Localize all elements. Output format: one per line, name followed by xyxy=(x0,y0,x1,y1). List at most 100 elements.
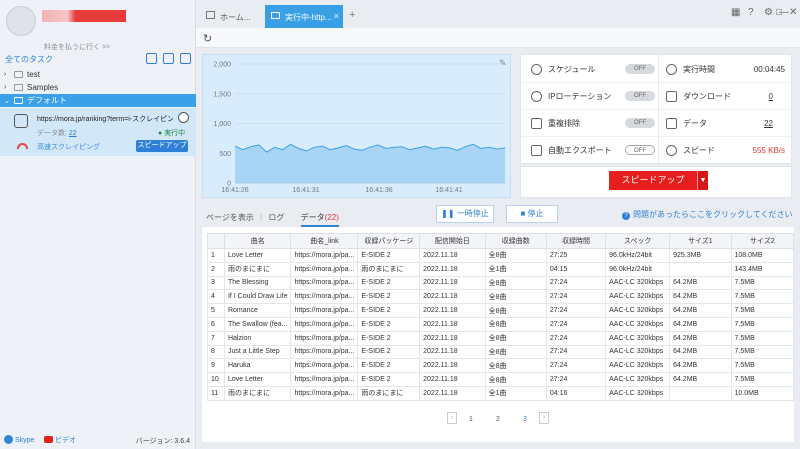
table-row[interactable]: 5 Romance https://mora.jp/pa... E-SIDE 2 202… xyxy=(207,303,795,318)
speedup-button[interactable]: スピードアップ xyxy=(609,171,697,190)
table-row[interactable]: 4 If I Could Draw Life https://mora.jp/pa.… xyxy=(207,289,795,305)
table-cell: 2022.11.18 xyxy=(419,372,486,387)
table-row[interactable]: 10 Love Letter https://mora.jp/pa... E-SIDE… xyxy=(207,372,795,387)
speed-value: 555 KB/s xyxy=(752,146,785,155)
tab-data-count: (22) xyxy=(324,213,339,222)
help-link[interactable]: ? 問題があったらここをクリックしてください xyxy=(622,209,793,220)
speedup-dropdown-icon[interactable]: ▼ xyxy=(697,171,708,190)
edit-icon[interactable]: ✎ xyxy=(499,58,507,68)
task-speedup-button[interactable]: スピードアップ xyxy=(136,140,188,152)
avatar[interactable] xyxy=(6,6,36,36)
tab-page-view[interactable]: ページを表示 xyxy=(206,213,254,222)
refresh-icon[interactable]: ↻ xyxy=(203,32,212,45)
column-header[interactable]: 収録曲数 xyxy=(484,233,547,249)
table-cell: 64.2MB xyxy=(669,275,732,291)
skype-icon xyxy=(4,435,13,444)
table-row[interactable]: 9 Haruka https://mora.jp/pa... E-SIDE 2 2022… xyxy=(207,358,795,374)
video-link[interactable]: ビデオ xyxy=(44,435,76,445)
table-cell: https://mora.jp/pa... xyxy=(290,275,359,291)
x-tick-label: 16:41:41 xyxy=(435,187,462,194)
table-cell: The Blessing xyxy=(223,275,292,291)
tab-data[interactable]: データ(22) xyxy=(300,213,339,227)
table-row[interactable]: 11 雨のまにまに https://mora.jp/pa... 雨のまにまに 2022.… xyxy=(207,385,795,401)
prev-page-icon[interactable]: ‹ xyxy=(447,412,457,424)
tab-log[interactable]: ログ xyxy=(268,213,284,222)
tree-item-test[interactable]: › test xyxy=(0,68,196,81)
help-icon[interactable]: ? xyxy=(748,7,754,18)
data-count-value[interactable]: 22 xyxy=(69,130,77,137)
pay-link[interactable]: 料金を払うに行く >> xyxy=(44,42,110,52)
page-1[interactable]: 1 xyxy=(469,416,473,423)
close-tab-icon[interactable]: × xyxy=(334,11,339,21)
column-header[interactable]: 収録時間 xyxy=(545,233,607,249)
next-page-icon[interactable]: › xyxy=(539,412,549,424)
stop-button[interactable]: ■ 停止 xyxy=(506,205,558,223)
pause-button[interactable]: ❚❚ 一時停止 xyxy=(436,205,494,223)
import-icon[interactable] xyxy=(146,53,157,64)
table-row[interactable]: 2 雨のまにまに https://mora.jp/pa... 雨のまにまに 2022.1… xyxy=(207,261,795,277)
ip-toggle[interactable]: OFF xyxy=(625,91,655,101)
table-cell: 全8曲 xyxy=(484,316,547,332)
table-row[interactable]: 7 Halzion https://mora.jp/pa... E-SIDE 2 202… xyxy=(207,330,795,346)
chevron-right-icon[interactable]: › xyxy=(4,84,12,91)
close-window-icon[interactable]: ✕ xyxy=(789,7,797,18)
column-header[interactable]: 曲名_link xyxy=(290,233,359,249)
column-header[interactable]: サイズ2 xyxy=(730,233,795,249)
tab-running[interactable]: 実行中-http... × xyxy=(265,5,343,28)
table-row[interactable]: 6 The Swallow (fea... https://mora.jp/pa..… xyxy=(207,316,795,332)
table-row[interactable]: 8 Just a Little Step https://mora.jp/pa...… xyxy=(207,344,795,360)
tree-item-samples[interactable]: › Samples xyxy=(0,81,196,94)
column-header[interactable] xyxy=(207,233,225,249)
pause-icon: ❚❚ xyxy=(441,209,457,218)
stop-task-icon[interactable] xyxy=(178,112,189,123)
y-tick-label: 2,000 xyxy=(213,62,231,69)
download-count[interactable]: 0 xyxy=(769,92,773,101)
row-divider xyxy=(521,82,791,83)
page-2[interactable]: 2 xyxy=(496,416,500,423)
chevron-down-icon[interactable]: ⌄ xyxy=(4,97,12,105)
table-cell: 64.2MB xyxy=(669,289,732,305)
add-tab-icon[interactable]: + xyxy=(349,9,355,21)
y-tick-label: 1,500 xyxy=(213,91,231,98)
table-cell: 全1曲 xyxy=(484,385,547,401)
tree-item-default[interactable]: ⌄ デフォルト xyxy=(0,94,196,107)
column-header[interactable]: 曲名 xyxy=(223,233,292,249)
auto-export-toggle[interactable]: OFF xyxy=(625,145,655,155)
table-cell: 7.5MB xyxy=(730,289,795,305)
table-cell: 5 xyxy=(207,303,225,318)
column-header[interactable]: サイズ1 xyxy=(669,233,732,249)
table-cell: https://mora.jp/pa... xyxy=(290,344,359,360)
table-row[interactable]: 3 The Blessing https://mora.jp/pa... E-SIDE… xyxy=(207,275,795,291)
page-3-current[interactable]: 3 xyxy=(523,416,527,423)
task-url: https://mora.jp/ranking?term=i-スクレイピング..… xyxy=(37,116,173,123)
maximize-icon[interactable]: □ xyxy=(776,7,782,18)
table-row[interactable]: 1 Love Letter https://mora.jp/pa... E-SIDE … xyxy=(207,248,795,263)
tab-home[interactable]: ホーム... xyxy=(200,5,262,28)
add-task-icon[interactable] xyxy=(163,53,174,64)
tab-separator: | xyxy=(260,213,263,222)
download-value[interactable]: 0 xyxy=(769,92,773,101)
layout-icon[interactable]: ▦ xyxy=(731,7,740,18)
column-header[interactable]: スペック xyxy=(605,233,671,249)
table-cell: https://mora.jp/pa... xyxy=(290,385,359,401)
data-value[interactable]: 22 xyxy=(764,119,773,128)
table-cell: 143.4MB xyxy=(730,261,795,277)
dedupe-toggle[interactable]: OFF xyxy=(625,118,655,128)
task-card[interactable]: https://mora.jp/ranking?term=i-スクレイピング..… xyxy=(0,108,196,156)
schedule-toggle[interactable]: OFF xyxy=(625,64,655,74)
schedule-row: スケジュール xyxy=(531,56,595,83)
chevron-right-icon[interactable]: › xyxy=(4,71,12,78)
skype-link[interactable]: Skype xyxy=(4,435,34,444)
table-cell: E-SIDE 2 xyxy=(357,248,421,263)
column-header[interactable]: 収録パッケージ xyxy=(357,233,421,249)
x-tick-label: 16:41:31 xyxy=(292,187,319,194)
table-cell: 全8曲 xyxy=(484,289,547,305)
table-cell: The Swallow (fea... xyxy=(223,316,292,332)
settings-icon[interactable]: ⚙ xyxy=(764,7,773,18)
data-count[interactable]: 22 xyxy=(764,119,773,128)
column-header[interactable]: 配信開始日 xyxy=(419,233,486,249)
table-cell: Love Letter xyxy=(223,372,292,387)
search-task-icon[interactable] xyxy=(180,53,191,64)
all-tasks-label[interactable]: 全てのタスク xyxy=(5,54,53,65)
table-cell: 7.5MB xyxy=(730,372,795,387)
